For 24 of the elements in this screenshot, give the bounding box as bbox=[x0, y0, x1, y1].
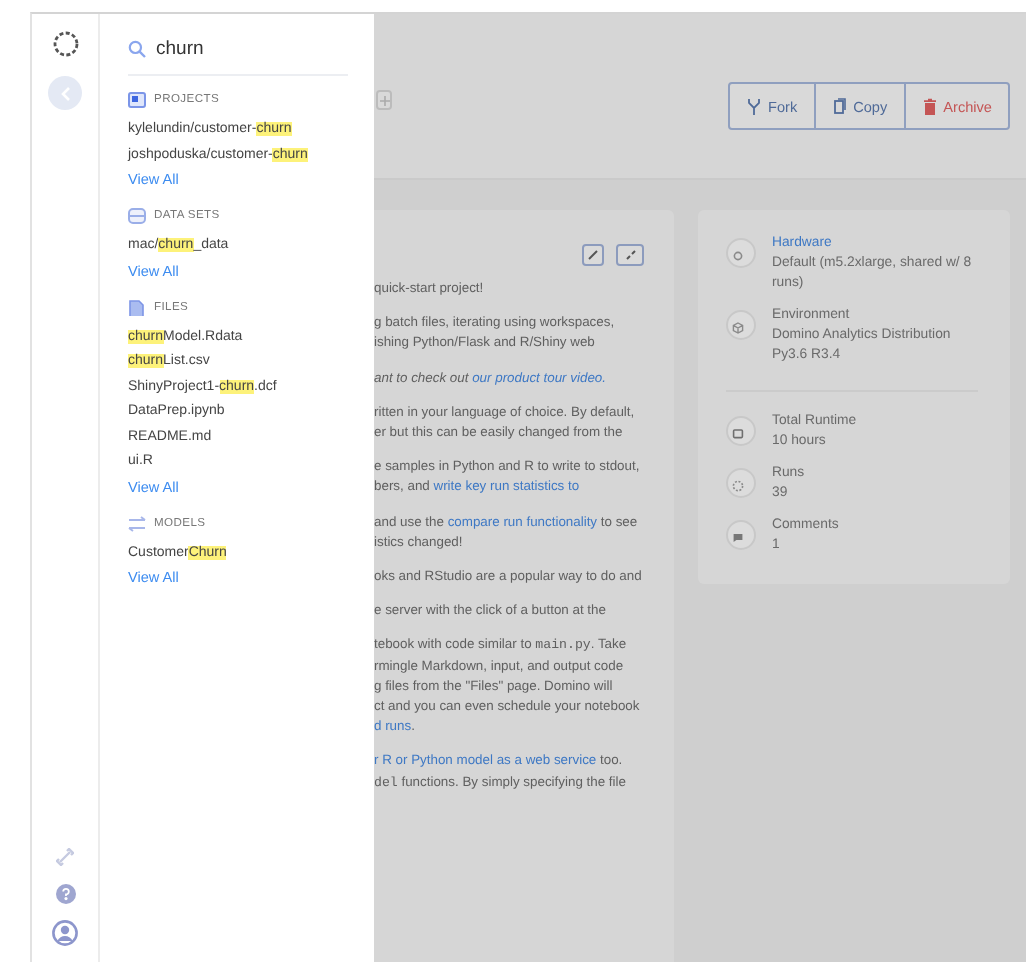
link-icon[interactable] bbox=[56, 848, 74, 866]
help-icon[interactable] bbox=[55, 884, 75, 904]
chevron-left-icon bbox=[59, 85, 71, 101]
trash-icon bbox=[921, 97, 938, 115]
spinner-icon bbox=[728, 476, 748, 496]
collapse-button[interactable] bbox=[48, 76, 82, 110]
search-field[interactable]: churn bbox=[156, 38, 316, 60]
pencil-icon bbox=[588, 250, 598, 260]
add-button[interactable] bbox=[376, 90, 392, 110]
square-icon bbox=[728, 424, 748, 444]
edit-button[interactable] bbox=[582, 244, 604, 266]
database-icon bbox=[128, 208, 146, 224]
fork-icon bbox=[746, 97, 762, 115]
expand-button[interactable] bbox=[616, 244, 644, 266]
logo-icon bbox=[51, 30, 79, 58]
folder-icon bbox=[128, 92, 146, 108]
expand-icon bbox=[625, 250, 635, 260]
arrows-icon bbox=[128, 515, 146, 531]
plus-icon bbox=[379, 95, 389, 105]
user-icon[interactable] bbox=[52, 920, 78, 946]
cube-icon bbox=[728, 318, 748, 338]
search-icon bbox=[128, 40, 146, 58]
copy-icon bbox=[831, 97, 848, 115]
file-icon bbox=[128, 299, 146, 315]
